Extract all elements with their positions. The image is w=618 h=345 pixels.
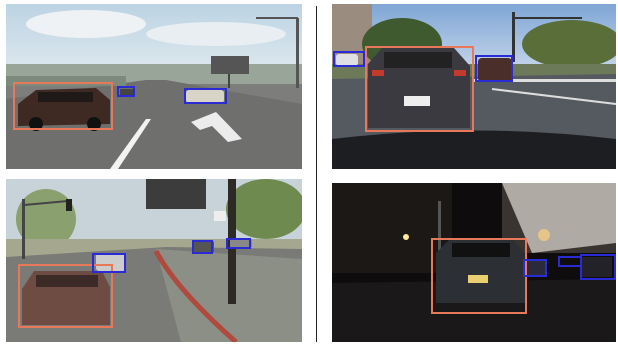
detection-box-far [475,55,513,82]
detection-box-far [523,259,547,277]
detection-box-far [558,256,582,267]
detection-box-far [184,88,227,104]
detection-box-near [18,264,113,328]
detection-box-near [431,238,527,314]
detection-box-far [580,254,616,280]
detection-box-far [192,240,213,254]
detection-box-near [365,46,474,132]
detection-box-far [92,253,126,273]
vertical-divider [316,6,317,342]
detection-box-far [333,51,365,67]
detection-box-far [117,86,135,97]
detection-box-near [13,82,113,130]
detection-box-far [226,238,251,249]
